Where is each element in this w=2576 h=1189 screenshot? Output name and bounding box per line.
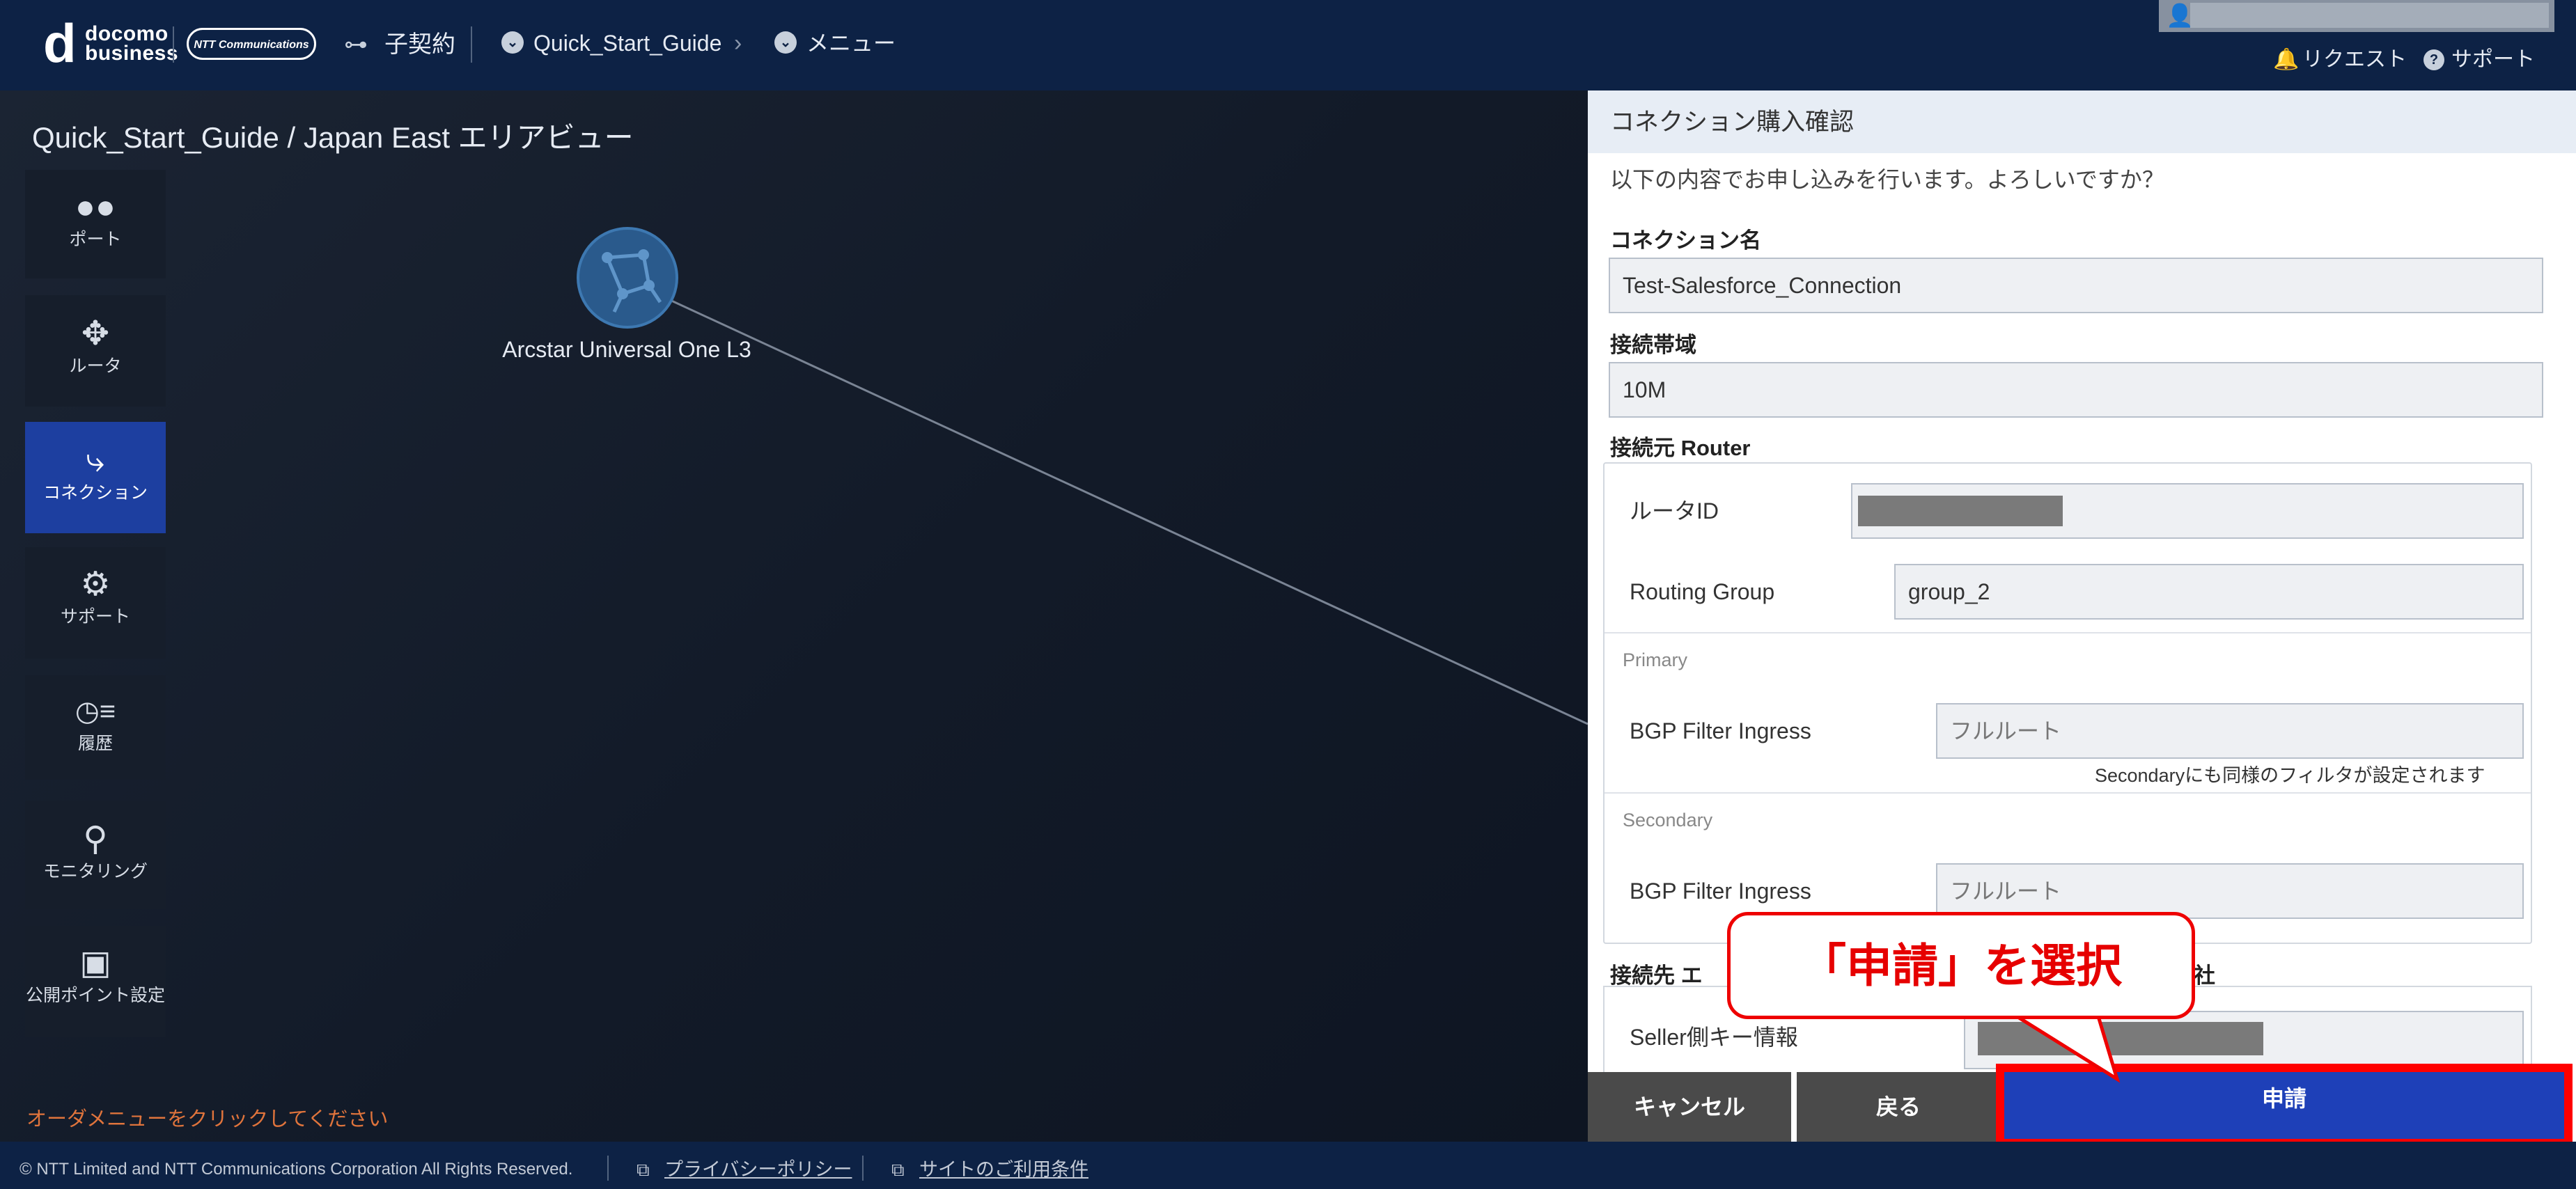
panel-title: コネクション購入確認 — [1610, 109, 1855, 136]
router-id-field — [1851, 483, 2524, 539]
sidebar-item-port[interactable]: ●● ポート — [25, 170, 166, 278]
user-icon: 👤 — [2166, 3, 2194, 28]
secondary-label: Secondary — [1623, 810, 1713, 830]
header-separator — [173, 26, 174, 63]
contract-tree-icon[interactable]: ⊶ — [344, 29, 377, 60]
sidebar-item-monitoring[interactable]: ⚲ モニタリング — [25, 801, 166, 909]
footer-separator — [607, 1156, 609, 1181]
router-id-label: ルータID — [1630, 498, 1719, 523]
cancel-button[interactable]: キャンセル — [1588, 1072, 1791, 1142]
router-id-masked-value — [1858, 496, 2063, 526]
support-icon: ⚙ — [80, 566, 111, 603]
bgp-filter-secondary-field: フルルート — [1936, 863, 2524, 919]
routing-group-field: group_2 — [1894, 564, 2524, 620]
routing-group-label: Routing Group — [1630, 579, 1775, 604]
connection-line-layer — [668, 298, 1588, 725]
sidebar-item-label: モニタリング — [42, 862, 148, 881]
sidebar-item-router[interactable]: ✥ ルータ — [25, 295, 166, 407]
seller-key-label: Seller側キー情報 — [1630, 1025, 1798, 1050]
section-divider — [1605, 632, 2531, 633]
external-link-icon: ⧉ — [637, 1159, 650, 1180]
connection-name-field: Test-Salesforce_Connection — [1609, 258, 2543, 313]
bgp-filter-label-secondary: BGP Filter Ingress — [1630, 879, 1811, 904]
bgp-filter-label-primary: BGP Filter Ingress — [1630, 718, 1811, 743]
sidebar-item-label: ポート — [69, 230, 122, 249]
back-button[interactable]: 戻る — [1797, 1072, 2000, 1142]
terms-of-use-link[interactable]: サイトのご利用条件 — [919, 1156, 1088, 1183]
connection-name-label: コネクション名 — [1610, 228, 1761, 253]
sidebar-item-label: サポート — [60, 607, 130, 627]
bgp-filter-primary-field: フルルート — [1936, 703, 2524, 759]
privacy-policy-link[interactable]: プライバシーポリシー — [664, 1156, 852, 1183]
ntt-communications-logo: NTT Communications — [187, 28, 316, 60]
external-link-icon: ⧉ — [891, 1159, 905, 1180]
sidebar-item-label: コネクション — [42, 483, 148, 503]
bell-icon[interactable]: 🔔 — [2273, 46, 2299, 74]
sidebar-item-public-point[interactable]: ▣ 公開ポイント設定 — [25, 926, 166, 1037]
sidebar-item-history[interactable]: ◷≡ 履歴 — [25, 675, 166, 780]
history-icon: ◷≡ — [75, 696, 116, 727]
connection-icon: ⤷ — [86, 442, 105, 479]
user-name-masked — [2190, 3, 2549, 28]
sidebar-item-label: 履歴 — [77, 734, 113, 753]
docomo-logo-mark: d — [43, 13, 77, 74]
bandwidth-label: 接続帯域 — [1610, 333, 1696, 357]
ntt-logo-text: NTT Communications — [194, 39, 309, 51]
select-apply-callout: 「申請」を選択 — [1727, 912, 2195, 1019]
router-icon: ✥ — [81, 315, 110, 352]
confirm-message: 以下の内容でお申し込みを行います。よろしいですか？ — [1610, 167, 2164, 192]
sidebar-item-label: 公開ポイント設定 — [25, 986, 165, 1005]
connection-line — [668, 298, 1588, 725]
chevron-down-icon[interactable]: ⌄ — [501, 31, 524, 54]
network-node-icon — [602, 249, 662, 313]
sidebar-item-connection[interactable]: ⤷ コネクション — [25, 422, 166, 533]
child-contract-link[interactable]: 子契約 — [384, 31, 455, 58]
order-menu-hint: オーダメニューをクリックしてください — [26, 1108, 389, 1131]
copyright-text: © NTT Limited and NTT Communications Cor… — [19, 1160, 573, 1179]
chevron-down-icon[interactable]: ⌄ — [774, 31, 797, 54]
primary-label: Primary — [1623, 649, 1687, 670]
breadcrumb-menu[interactable]: メニュー — [806, 29, 896, 57]
arcstar-node[interactable] — [577, 227, 678, 329]
sidebar-item-label: ルータ — [69, 356, 122, 376]
header-separator — [471, 26, 472, 63]
secondary-filter-note: Secondaryにも同様のフィルタが設定されます — [2095, 765, 2485, 786]
section-divider — [1605, 792, 2531, 794]
bandwidth-field: 10M — [1609, 362, 2543, 418]
arcstar-node-label: Arcstar Universal One L3 — [502, 337, 751, 362]
request-link[interactable]: リクエスト — [2302, 46, 2407, 74]
port-icon: ●● — [75, 189, 116, 226]
public-point-icon: ▣ — [79, 945, 111, 982]
source-router-label: 接続元 Router — [1610, 436, 1751, 460]
sidebar-item-support[interactable]: ⚙ サポート — [25, 547, 166, 659]
help-circle-icon[interactable]: ? — [2423, 49, 2444, 70]
support-link[interactable]: サポート — [2451, 46, 2535, 74]
brand-business-text: business — [85, 42, 179, 65]
breadcrumb-arrow-icon: › — [734, 30, 742, 56]
monitoring-icon: ⚲ — [83, 821, 108, 858]
breadcrumb-quick-start-guide[interactable]: Quick_Start_Guide — [533, 29, 721, 57]
footer-separator — [862, 1156, 864, 1181]
